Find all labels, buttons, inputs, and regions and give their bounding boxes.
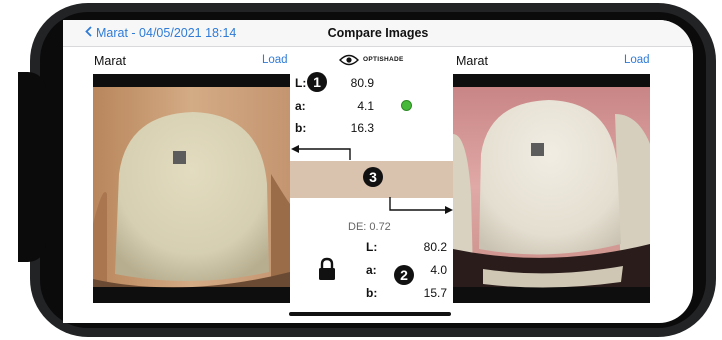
left-tooth-image[interactable] (93, 74, 290, 303)
left-L-value: 80.9 (350, 76, 374, 90)
right-load-button[interactable]: Load (624, 54, 650, 66)
left-L-label: L: (295, 76, 307, 90)
optishade-logo-text: OPTISHADE (363, 56, 404, 63)
right-a-label: a: (366, 263, 377, 277)
right-tooth-image[interactable] (453, 74, 650, 303)
page-title: Compare Images (327, 26, 429, 40)
navigation-bar: Marat - 04/05/2021 18:14 Compare Images (63, 20, 693, 47)
notch (18, 72, 46, 262)
arrow-right-icon (388, 197, 454, 220)
callout-badge-3: 3 (363, 167, 383, 187)
right-patient-name: Marat (456, 54, 488, 68)
lock-icon[interactable] (318, 257, 336, 286)
left-patient-name: Marat (94, 54, 126, 68)
left-sample-marker (173, 151, 186, 164)
left-b-label: b: (295, 121, 307, 135)
left-b-value: 16.3 (350, 121, 374, 135)
left-a-label: a: (295, 99, 306, 113)
right-b-value: 15.7 (423, 286, 447, 300)
delta-e-value: DE: 0.72 (348, 221, 391, 233)
callout-badge-1: 1 (307, 72, 327, 92)
eye-icon (339, 53, 359, 71)
right-L-value: 80.2 (423, 240, 447, 254)
home-indicator[interactable] (289, 312, 451, 316)
screen: Marat - 04/05/2021 18:14 Compare Images … (63, 20, 693, 323)
match-indicator-dot (401, 100, 412, 111)
right-a-value: 4.0 (430, 263, 447, 277)
right-L-label: L: (366, 240, 378, 254)
right-b-label: b: (366, 286, 378, 300)
right-sample-marker (531, 143, 544, 156)
left-load-button[interactable]: Load (262, 54, 288, 66)
left-a-value: 4.1 (357, 99, 374, 113)
